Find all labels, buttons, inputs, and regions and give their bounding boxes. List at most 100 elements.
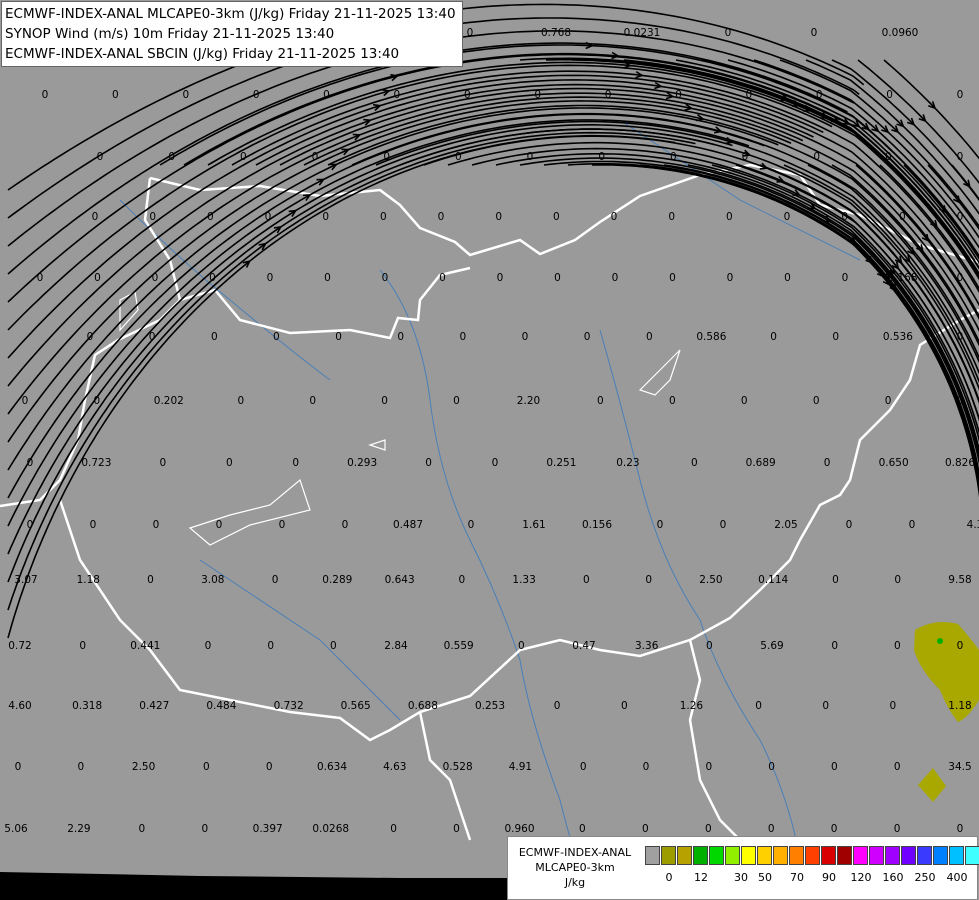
cape-value-label: 0 <box>453 395 460 407</box>
cape-value-label: 0.168 <box>887 272 917 284</box>
cape-value-label: 0 <box>899 211 906 223</box>
cape-value-label: 0 <box>841 211 848 223</box>
cape-value-label: 0 <box>273 331 280 343</box>
cape-value-label: 0 <box>554 700 561 712</box>
cape-value-label: 0 <box>824 457 831 469</box>
legend-tick-label: 400 <box>946 871 968 884</box>
cape-value-label: 0 <box>957 640 964 652</box>
cape-value-label: 0 <box>460 331 467 343</box>
cape-value-label: 0 <box>207 211 214 223</box>
cape-value-label: 0 <box>605 89 612 101</box>
legend-swatch <box>741 846 756 865</box>
cape-value-label: 0 <box>657 519 664 531</box>
legend-swatch <box>805 846 820 865</box>
cape-value-label: 2.29 <box>67 823 90 835</box>
cape-value-label: 4.63 <box>383 761 406 773</box>
cape-value-label: 4.60 <box>8 700 31 712</box>
cape-value-label: 0.559 <box>444 640 474 652</box>
weather-map: 0 0.768 0.0231 0 0 0.0960 0 0 0 0 0 0 0 0 0 0 0 0 0 0 0 0 0 0 0 0… <box>0 0 979 900</box>
cape-value-label: 0 <box>323 89 330 101</box>
cape-value-label: 0 <box>894 640 901 652</box>
legend-swatch <box>757 846 772 865</box>
cape-value-label: 5.69 <box>760 640 783 652</box>
cape-value-label: 0 <box>691 457 698 469</box>
legend-tick-label: 0 <box>665 871 673 884</box>
cape-value-label: 0 <box>87 331 94 343</box>
cape-value-label: 0 <box>97 151 104 163</box>
cape-value-label: 0 <box>201 823 208 835</box>
legend-tick-label: 30 <box>734 871 748 884</box>
cape-spot <box>937 638 943 644</box>
cape-value-label: 0.114 <box>758 574 788 586</box>
cape-value-label: 0 <box>203 761 210 773</box>
cape-value-label: 0 <box>813 151 820 163</box>
cape-value-label: 3.08 <box>201 574 224 586</box>
cape-value-label: 0 <box>957 395 964 407</box>
legend-tick-label: 120 <box>850 871 872 884</box>
legend-swatch <box>965 846 979 865</box>
cape-value-label: 0 <box>554 272 561 284</box>
cape-value-label: 0 <box>612 272 619 284</box>
cape-value-label: 0 <box>383 151 390 163</box>
cape-value-label: 0 <box>266 761 273 773</box>
legend-title-line: ECMWF-INDEX-ANAL <box>518 846 632 859</box>
cape-value-label: 3.07 <box>14 574 37 586</box>
cape-value-label: 0 <box>675 89 682 101</box>
cape-value-label: 0 <box>811 27 818 39</box>
cape-value-label: 0.318 <box>72 700 102 712</box>
cape-value-label: 0 <box>742 151 749 163</box>
cape-value-label: 0 <box>309 395 316 407</box>
cape-value-label: 0.826 <box>945 457 975 469</box>
legend-tick-labels: 0 12 30 50 70 90 120 160 250 400 <box>645 871 973 885</box>
cape-value-label: 2.05 <box>774 519 797 531</box>
cape-value-label: 2.50 <box>132 761 155 773</box>
cape-value-label: 0 <box>894 574 901 586</box>
cape-value-label: 0 <box>322 211 329 223</box>
cape-value-label: 0 <box>755 700 762 712</box>
cape-value-label: 0 <box>598 151 605 163</box>
cape-value-label: 0 <box>813 395 820 407</box>
cape-value-label: 0.0268 <box>312 823 349 835</box>
cape-value-label: 0 <box>885 151 892 163</box>
cape-value-label: 5.06 <box>4 823 28 835</box>
cape-value-label: 0 <box>726 211 733 223</box>
cape-value-label: 3.36 <box>635 640 659 652</box>
cape-value-label: 0 <box>149 331 156 343</box>
cape-value-label: 0 <box>15 761 22 773</box>
cape-value-label: 0 <box>439 272 446 284</box>
cape-value-label: 0 <box>643 761 650 773</box>
cape-value-label: 1.18 <box>948 700 971 712</box>
cape-value-label: 0 <box>646 331 653 343</box>
cape-value-label: 0 <box>957 272 964 284</box>
cape-value-label: 0.0231 <box>624 27 661 39</box>
cape-value-label: 0 <box>831 761 838 773</box>
cape-value-label: 0.528 <box>443 761 473 773</box>
cape-value-label: 0.397 <box>253 823 283 835</box>
cape-value-label: 0 <box>453 823 460 835</box>
cape-value-label: 0 <box>279 519 286 531</box>
cape-value-label: 0 <box>226 457 233 469</box>
cape-value-label: 0 <box>216 519 223 531</box>
cape-value-label: 0 <box>459 574 466 586</box>
cape-value-label: 0 <box>670 151 677 163</box>
cape-value-label: 0 <box>768 823 775 835</box>
legend-swatch <box>725 846 740 865</box>
title-line-wind: SYNOP Wind (m/s) 10m Friday 21-11-2025 1… <box>5 26 335 42</box>
cape-value-label: 0 <box>292 457 299 469</box>
cape-value-label: 0 <box>725 27 732 39</box>
cape-value-label: 0 <box>267 640 274 652</box>
legend-tick-label: 90 <box>822 871 836 884</box>
legend-swatch <box>693 846 708 865</box>
cape-value-label: 1.33 <box>512 574 535 586</box>
legend-swatch <box>901 846 916 865</box>
legend-swatch <box>933 846 948 865</box>
cape-value-label: 0 <box>394 89 401 101</box>
cape-value-label: 0 <box>886 89 893 101</box>
cape-value-label: 0 <box>425 457 432 469</box>
title-line-cape: ECMWF-INDEX-ANAL MLCAPE0-3km (J/kg) Frid… <box>5 6 456 22</box>
cape-value-label: 0 <box>147 574 154 586</box>
cape-value-label: 0 <box>182 89 189 101</box>
cape-value-label: 0 <box>890 700 897 712</box>
cape-value-label: 0.768 <box>541 27 571 39</box>
cape-value-label: 0 <box>611 211 618 223</box>
